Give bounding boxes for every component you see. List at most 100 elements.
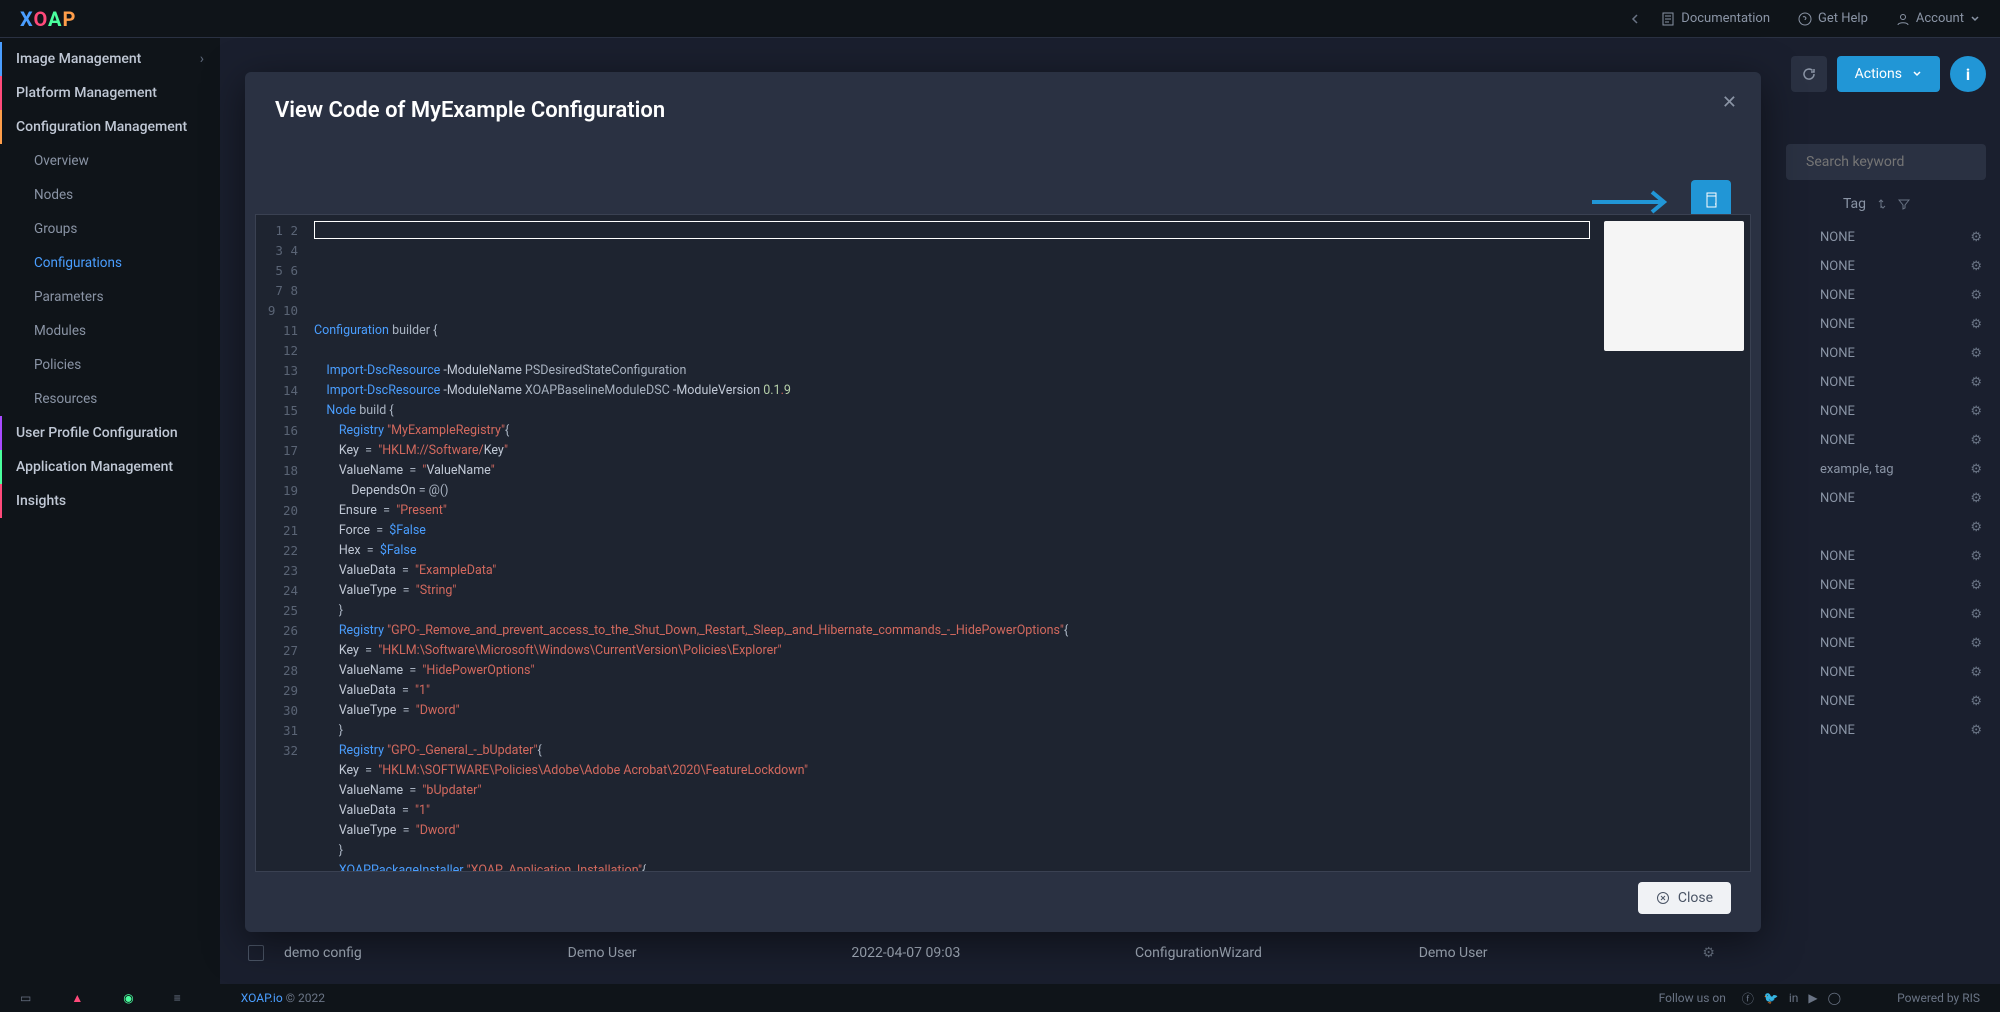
table-row[interactable]: NONE⚙ (1816, 658, 1986, 687)
table-row[interactable]: NONE⚙ (1816, 687, 1986, 716)
nav-platform-management[interactable]: Platform Management (0, 76, 220, 110)
row-settings-icon[interactable]: ⚙ (1970, 230, 1982, 245)
code-editor[interactable]: 1 2 3 4 5 6 7 8 9 10 11 12 13 14 15 16 1… (255, 214, 1751, 872)
close-circle-icon (1656, 891, 1670, 905)
row-settings-icon[interactable]: ⚙ (1970, 346, 1982, 361)
linkedin-icon[interactable]: in (1789, 991, 1799, 1005)
refresh-button[interactable] (1791, 56, 1827, 92)
nav-resources[interactable]: Resources (0, 382, 220, 416)
nav-insights[interactable]: Insights (0, 484, 220, 518)
row-settings-icon[interactable]: ⚙ (1970, 288, 1982, 303)
footer: ▭ ▲ ◉ ≡ XOAP.io © 2022 Follow us on ⓕ 🐦 … (0, 984, 2000, 1012)
table-row[interactable]: NONE⚙ (1816, 542, 1986, 571)
row-settings-icon[interactable]: ⚙ (1970, 607, 1982, 622)
nav-overview[interactable]: Overview (0, 144, 220, 178)
close-button[interactable]: Close (1638, 882, 1731, 914)
chevron-down-icon (1970, 14, 1980, 24)
table-row[interactable]: NONE⚙ (1816, 252, 1986, 281)
row-settings-icon[interactable]: ⚙ (1970, 491, 1982, 506)
nav-configurations[interactable]: Configurations (0, 246, 220, 280)
chevron-down-icon (1912, 69, 1922, 79)
minimap[interactable] (1604, 221, 1744, 351)
cursor-line (314, 221, 1590, 239)
footer-icon-3[interactable]: ◉ (123, 991, 133, 1005)
sidebar: Image Management› Platform Management Co… (0, 38, 220, 984)
view-code-modal: View Code of MyExample Configuration ✕ 1… (245, 72, 1761, 932)
table-row[interactable]: NONE⚙ (1816, 397, 1986, 426)
row-settings-icon[interactable]: ⚙ (1970, 578, 1982, 593)
row-owner: Demo User (1419, 945, 1703, 961)
nav-application-management[interactable]: Application Management (0, 450, 220, 484)
footer-icon-4[interactable]: ≡ (174, 991, 181, 1005)
row-name: demo config (284, 945, 568, 961)
table-row[interactable]: NONE⚙ (1816, 368, 1986, 397)
user-icon (1896, 12, 1910, 26)
nav-user-profile[interactable]: User Profile Configuration (0, 416, 220, 450)
sort-icon[interactable] (1876, 198, 1888, 210)
twitter-icon[interactable]: 🐦 (1764, 991, 1779, 1005)
help-icon (1798, 12, 1812, 26)
row-settings-icon[interactable]: ⚙ (1970, 404, 1982, 419)
table-row[interactable]: demo config Demo User 2022-04-07 09:03 C… (248, 936, 1986, 970)
table-row[interactable]: NONE⚙ (1816, 223, 1986, 252)
nav-nodes[interactable]: Nodes (0, 178, 220, 212)
row-type: ConfigurationWizard (1135, 945, 1419, 961)
code-content[interactable]: Configuration builder { Import-DscResour… (306, 215, 1750, 871)
search-input[interactable] (1786, 144, 1986, 180)
refresh-icon (1801, 66, 1817, 82)
document-icon (1661, 12, 1675, 26)
row-date: 2022-04-07 09:03 (851, 945, 1135, 961)
row-settings-icon[interactable]: ⚙ (1702, 945, 1986, 961)
row-settings-icon[interactable]: ⚙ (1970, 520, 1982, 535)
row-settings-icon[interactable]: ⚙ (1970, 636, 1982, 651)
table-row[interactable]: NONE⚙ (1816, 484, 1986, 513)
youtube-icon[interactable]: ▶ (1808, 991, 1817, 1005)
get-help-link[interactable]: Get Help (1798, 11, 1868, 26)
row-settings-icon[interactable]: ⚙ (1970, 317, 1982, 332)
row-settings-icon[interactable]: ⚙ (1970, 549, 1982, 564)
modal-close-icon[interactable]: ✕ (1722, 92, 1737, 113)
documentation-link[interactable]: Documentation (1661, 11, 1770, 26)
nav-parameters[interactable]: Parameters (0, 280, 220, 314)
footer-icon-2[interactable]: ▲ (71, 991, 83, 1005)
tag-column-header[interactable]: Tag (1843, 196, 1910, 212)
github-icon[interactable]: ◯ (1828, 991, 1841, 1005)
table-row[interactable]: NONE⚙ (1816, 339, 1986, 368)
table-row[interactable]: NONE⚙ (1816, 600, 1986, 629)
row-user: Demo User (568, 945, 852, 961)
table-row[interactable]: NONE⚙ (1816, 310, 1986, 339)
table-row[interactable]: NONE⚙ (1816, 629, 1986, 658)
row-settings-icon[interactable]: ⚙ (1970, 723, 1982, 738)
table-row[interactable]: NONE⚙ (1816, 716, 1986, 745)
info-button[interactable]: i (1950, 56, 1986, 92)
row-settings-icon[interactable]: ⚙ (1970, 433, 1982, 448)
table-row[interactable]: NONE⚙ (1816, 571, 1986, 600)
row-checkbox[interactable] (248, 945, 264, 961)
row-settings-icon[interactable]: ⚙ (1970, 375, 1982, 390)
footer-icon-1[interactable]: ▭ (20, 991, 31, 1005)
facebook-icon[interactable]: ⓕ (1742, 990, 1754, 1007)
row-settings-icon[interactable]: ⚙ (1970, 665, 1982, 680)
row-settings-icon[interactable]: ⚙ (1970, 694, 1982, 709)
row-settings-icon[interactable]: ⚙ (1970, 259, 1982, 274)
filter-icon[interactable] (1898, 198, 1910, 210)
nav-modules[interactable]: Modules (0, 314, 220, 348)
line-numbers: 1 2 3 4 5 6 7 8 9 10 11 12 13 14 15 16 1… (256, 215, 306, 871)
copy-icon (1702, 191, 1720, 209)
logo: XOAP (20, 7, 76, 31)
row-settings-icon[interactable]: ⚙ (1970, 462, 1982, 477)
table-row[interactable]: example, tag⚙ (1816, 455, 1986, 484)
account-menu[interactable]: Account (1896, 11, 1980, 26)
table-row[interactable]: NONE⚙ (1816, 281, 1986, 310)
sidebar-collapse-icon[interactable] (1629, 13, 1641, 25)
nav-policies[interactable]: Policies (0, 348, 220, 382)
powered-by: Powered by RIS (1897, 991, 1980, 1005)
nav-groups[interactable]: Groups (0, 212, 220, 246)
table-row[interactable]: NONE⚙ (1816, 426, 1986, 455)
table-row[interactable]: ⚙ (1816, 513, 1986, 542)
modal-title: View Code of MyExample Configuration (275, 98, 1731, 123)
footer-link[interactable]: XOAP.io (241, 991, 283, 1005)
actions-button[interactable]: Actions (1837, 56, 1940, 92)
nav-configuration-management[interactable]: Configuration Management (0, 110, 220, 144)
nav-image-management[interactable]: Image Management› (0, 42, 220, 76)
